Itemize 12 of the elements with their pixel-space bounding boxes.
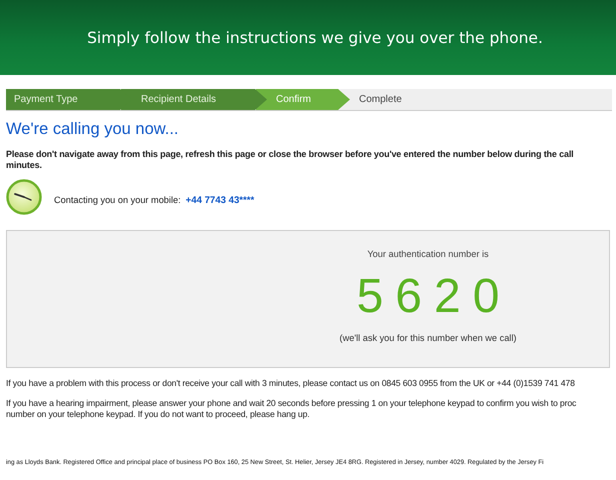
- clock-icon: [6, 179, 42, 215]
- phone-number: +44 7743 43****: [186, 194, 254, 206]
- help-paragraph: If you have a problem with this process or don't receive your call with 3 minutes, please contact us on 0845 603 0955 from the UK or +44 (0)1539 741 478: [6, 378, 575, 390]
- progress-step: Recipient Details: [120, 89, 267, 110]
- warning-text: Please don't navigate away from this page, refresh this page or close the browser before you've entered the number below during the call minutes.: [6, 149, 574, 171]
- contact-label: Contacting you on your mobile:: [54, 195, 181, 205]
- auth-note: (we'll ask you for this number when we call): [340, 333, 516, 343]
- help-paragraph: If you have a hearing impairment, please answer your phone and wait 20 seconds before pressing 1 on your telephone keypad to confirm you wish to proc number on your telephone keypad. If you do not want to proceed, please hang up.: [6, 398, 576, 420]
- auth-title: Your authentication number is: [367, 249, 489, 259]
- page-heading: We're calling you now...: [6, 120, 180, 139]
- banner-text: Simply follow the instructions we give you over the phone.: [86, 28, 543, 46]
- authentication-number: 5 6 2 0: [356, 271, 500, 323]
